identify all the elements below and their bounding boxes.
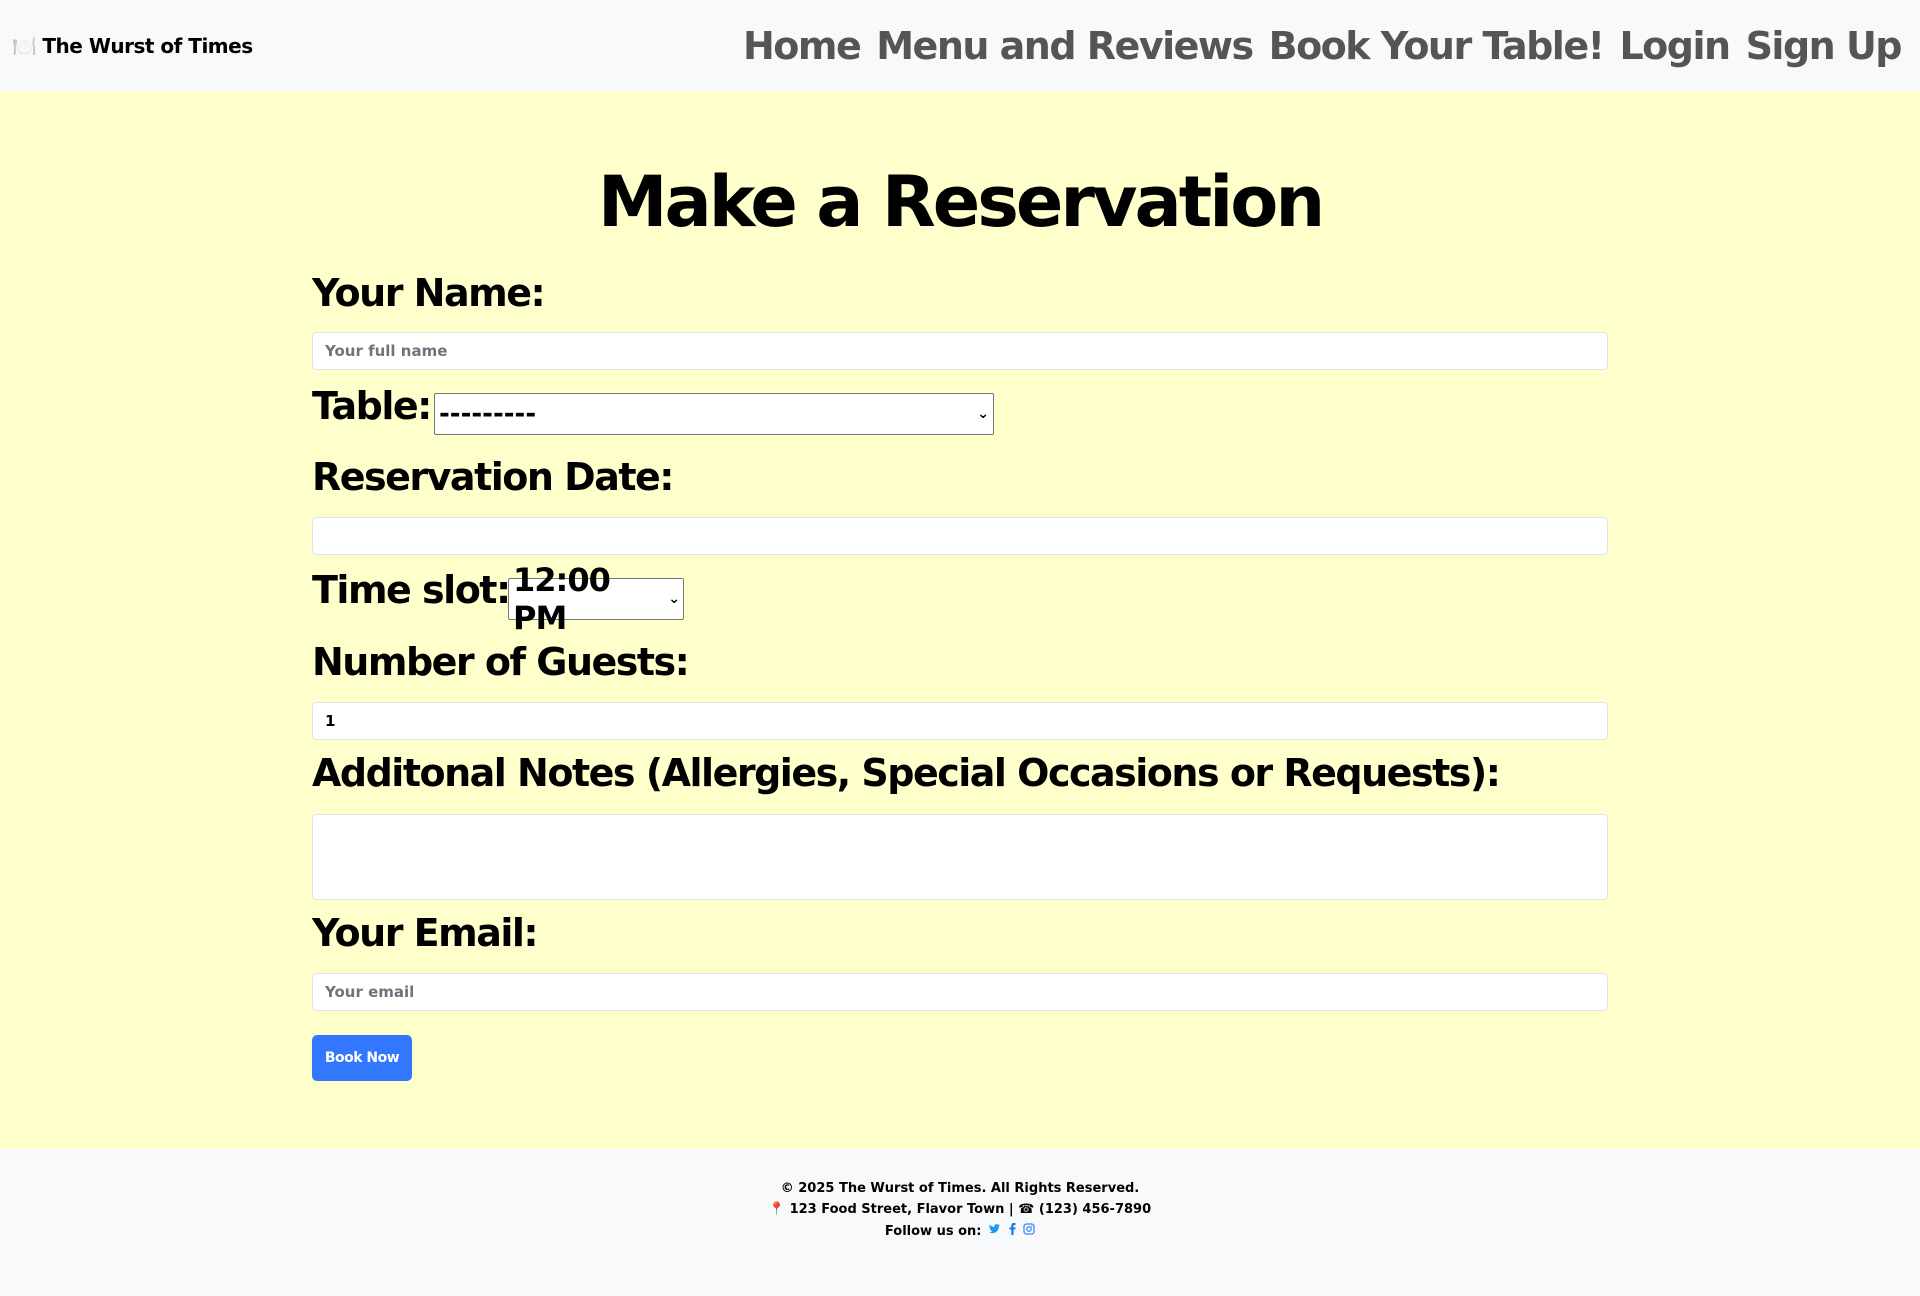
nav-menu-reviews[interactable]: Menu and Reviews xyxy=(876,24,1254,68)
table-select[interactable]: --------- ⌄ xyxy=(434,393,994,435)
chevron-down-icon: ⌄ xyxy=(977,406,989,422)
time-slot-value: 12:00 PM xyxy=(513,561,611,637)
instagram-icon[interactable] xyxy=(1023,1223,1035,1239)
navbar: 🍽️ The Wurst of Times Home Menu and Revi… xyxy=(0,0,1920,91)
table-select-value: --------- xyxy=(439,399,537,429)
reservation-date-label: Reservation Date: xyxy=(312,455,674,499)
nav-home[interactable]: Home xyxy=(743,24,862,68)
email-input[interactable] xyxy=(312,973,1608,1011)
address-line: 📍 123 Food Street, Flavor Town | ☎ (123)… xyxy=(0,1202,1920,1217)
reservation-date-input[interactable] xyxy=(312,517,1608,555)
book-now-button[interactable]: Book Now xyxy=(312,1035,412,1081)
guests-label: Number of Guests: xyxy=(312,640,690,684)
table-label: Table: xyxy=(312,384,432,428)
name-label: Your Name: xyxy=(312,271,546,315)
chevron-down-icon: ⌄ xyxy=(668,591,680,607)
main-content: Make a Reservation Your Name: Table: ---… xyxy=(0,91,1920,1149)
address-text: 123 Food Street, Flavor Town | ☎ (123) 4… xyxy=(789,1202,1152,1217)
page-title: Make a Reservation xyxy=(597,161,1325,243)
nav-book-table[interactable]: Book Your Table! xyxy=(1269,24,1605,68)
notes-label: Additonal Notes (Allergies, Special Occa… xyxy=(312,751,1501,795)
facebook-icon[interactable] xyxy=(1008,1223,1022,1239)
plate-cutlery-icon: 🍽️ xyxy=(12,33,37,58)
nav-links: Home Menu and Reviews Book Your Table! L… xyxy=(743,24,1903,68)
name-input[interactable] xyxy=(312,332,1608,370)
nav-sign-up[interactable]: Sign Up xyxy=(1746,24,1903,68)
nav-login[interactable]: Login xyxy=(1619,24,1731,68)
notes-textarea[interactable] xyxy=(312,814,1608,900)
time-slot-select[interactable]: 12:00 PM ⌄ xyxy=(508,561,684,637)
social-line: Follow us on: xyxy=(0,1223,1920,1239)
brand-link[interactable]: 🍽️ The Wurst of Times xyxy=(12,34,253,58)
brand-name: The Wurst of Times xyxy=(42,33,253,58)
follow-text: Follow us on: xyxy=(884,1224,982,1239)
footer: © 2025 The Wurst of Times. All Rights Re… xyxy=(0,1149,1920,1296)
time-slot-label: Time slot: xyxy=(312,568,511,612)
copyright-text: © 2025 The Wurst of Times. All Rights Re… xyxy=(780,1181,1140,1196)
twitter-icon[interactable] xyxy=(988,1224,1006,1239)
pin-icon: 📍 xyxy=(768,1202,786,1217)
guests-input[interactable] xyxy=(312,702,1608,740)
email-label: Your Email: xyxy=(312,911,539,955)
